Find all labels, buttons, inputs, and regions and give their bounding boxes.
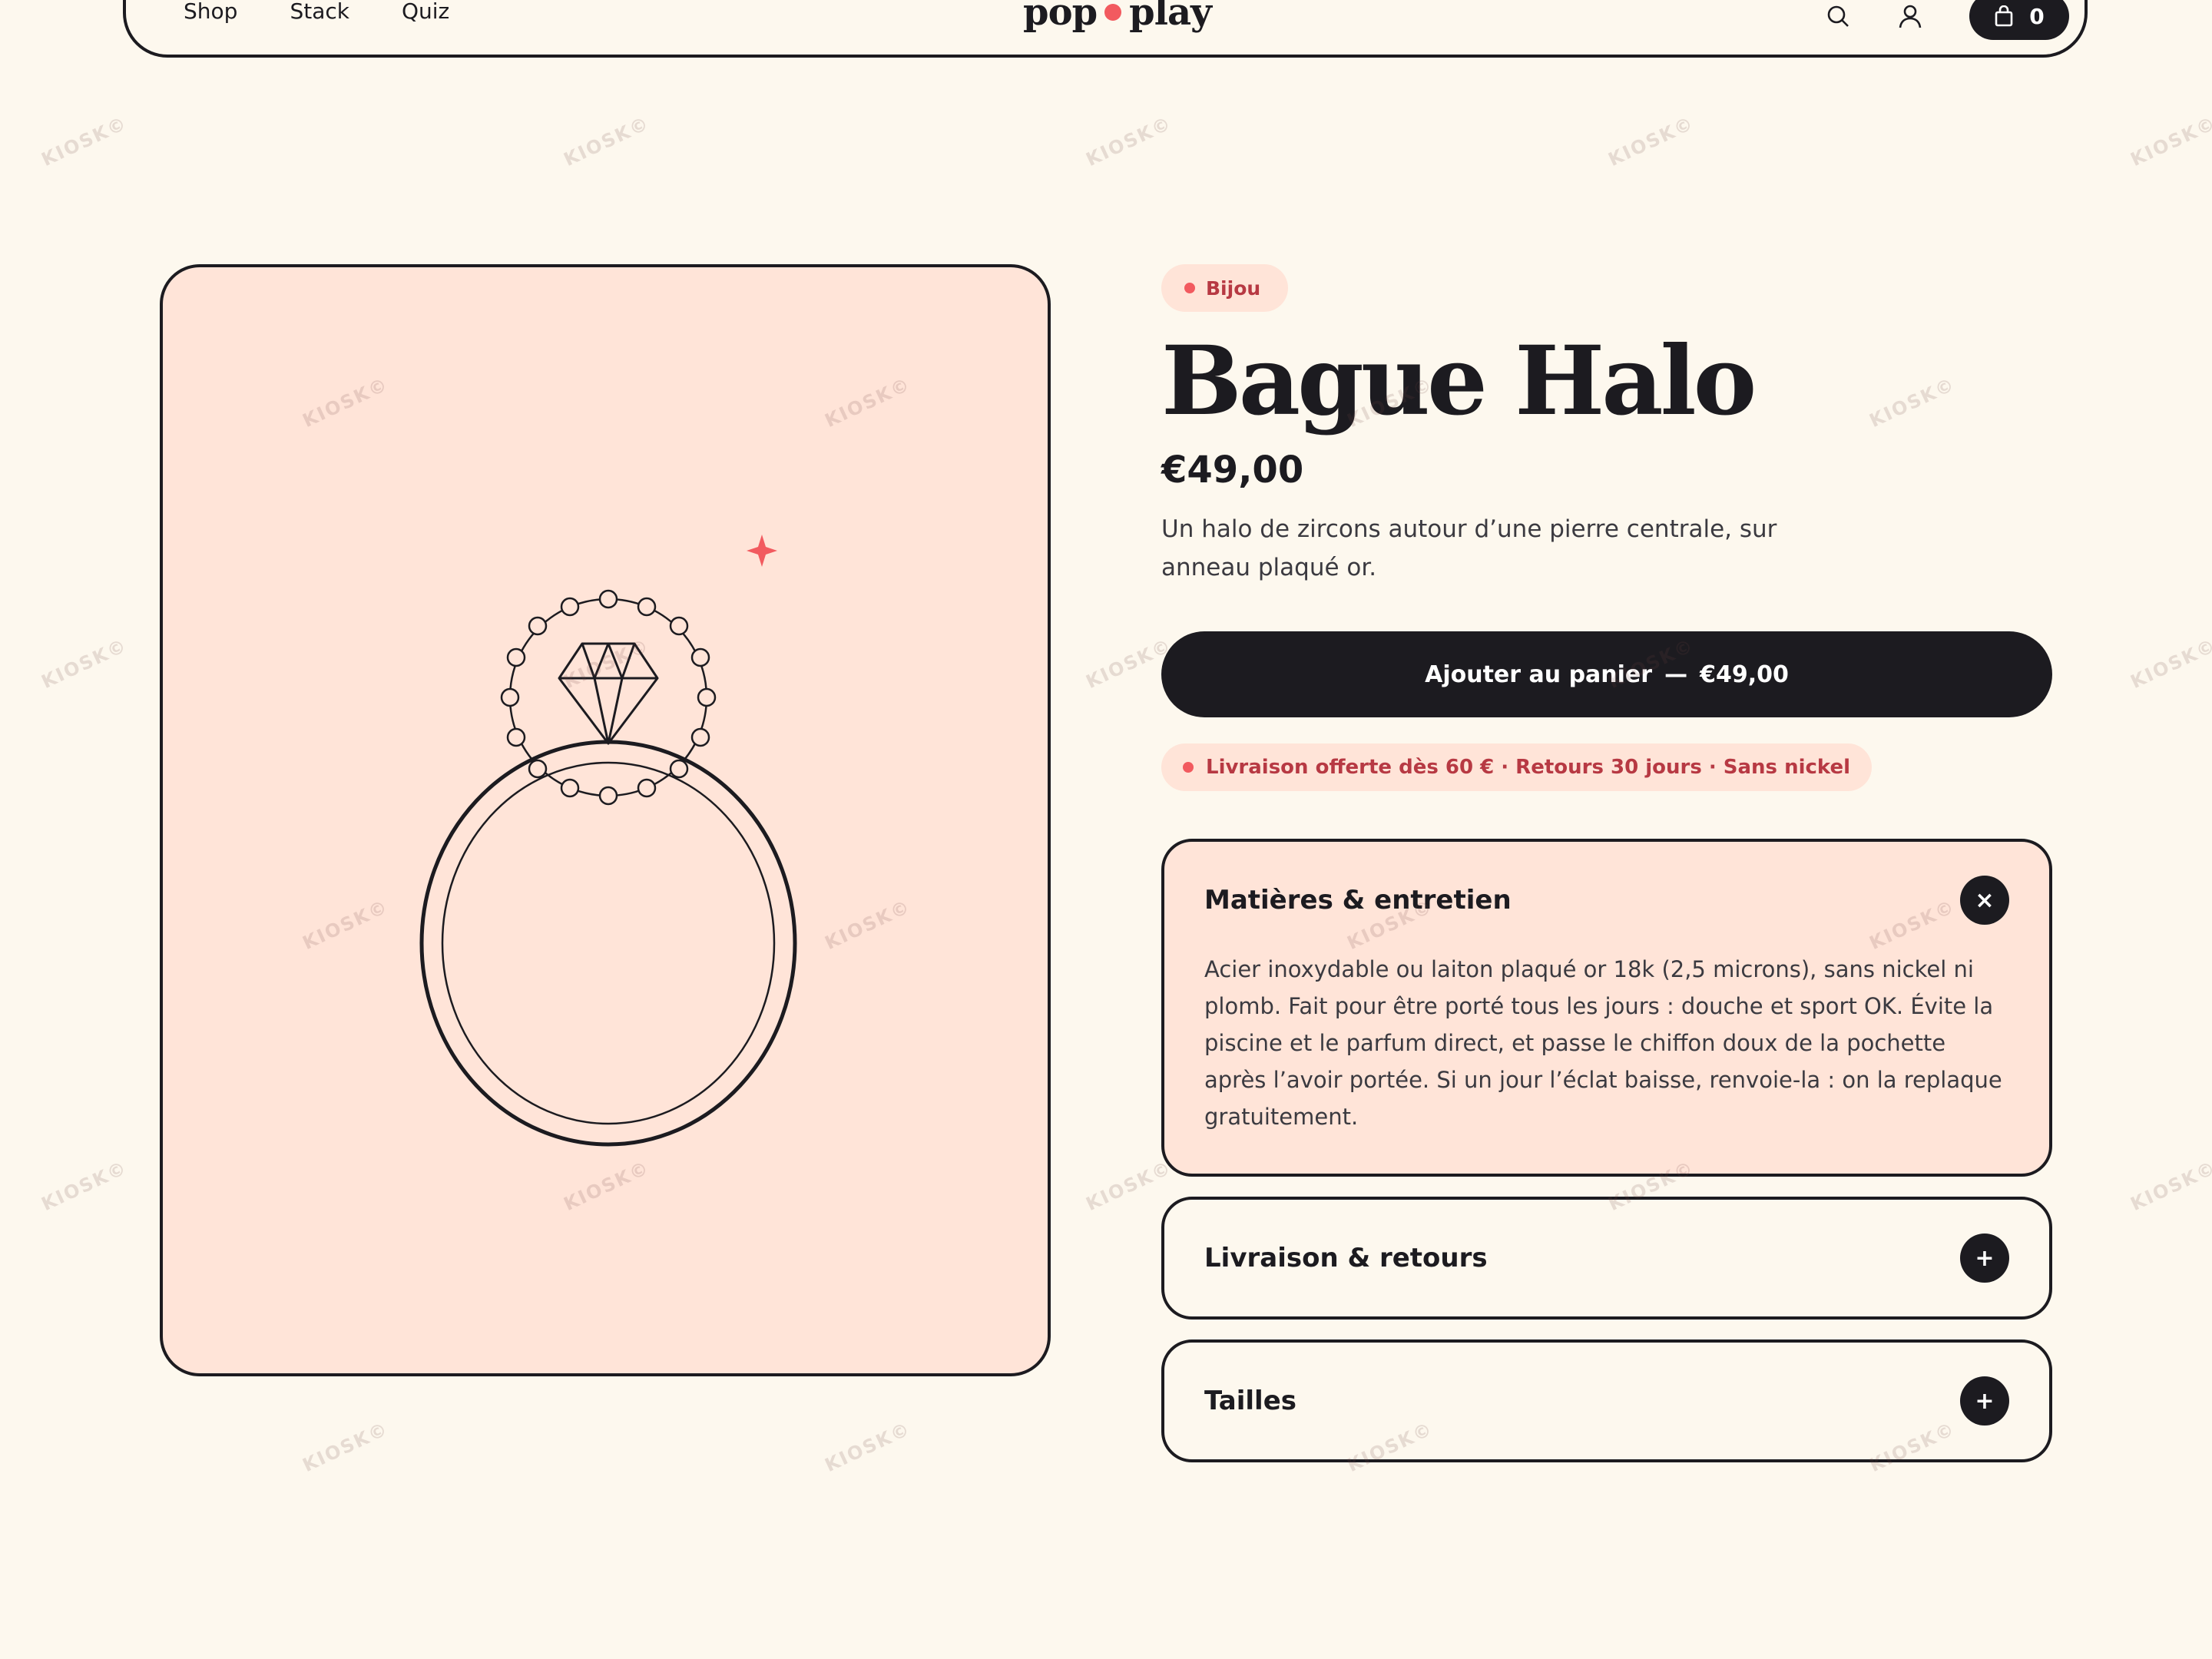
perks-text: Livraison offerte dès 60 € · Retours 30 … [1206,756,1851,780]
watermark: KIOSK© [38,1156,131,1216]
sparkle-icon [747,535,777,567]
category-label: Bijou [1206,276,1261,300]
watermark: KIOSK© [38,634,131,694]
product-description: Un halo de zircons autour d’une pierre c… [1161,515,1777,582]
perks-pill: Livraison offerte dès 60 € · Retours 30 … [1161,743,1873,792]
ring-illustration [419,589,797,1147]
product-price: €49,00 [1161,449,1304,492]
nav-link-shop[interactable]: Shop [184,0,237,24]
accordion-header-sizes[interactable]: Tailles + [1164,1343,2049,1459]
bag-icon [1995,5,2013,27]
watermark: KIOSK© [38,111,131,171]
nav-link-stack[interactable]: Stack [290,0,349,24]
watermark: KIOSK© [560,111,654,171]
badge-dot [1184,283,1195,293]
accordion-sizes: Tailles + [1161,1339,2052,1463]
watermark: KIOSK© [1604,111,1698,171]
close-icon[interactable]: × [1960,876,2009,926]
accordion-shipping: Livraison & retours + [1161,1197,2052,1320]
product-details: Bijou Bague Halo €49,00 Un halo de zirco… [1161,264,2052,1463]
site-header: Shop Stack Quiz pop play 0 [123,0,2088,58]
logo-dot [1104,4,1122,21]
site-logo[interactable]: pop play [1023,0,1212,34]
category-badge: Bijou [1161,264,1289,312]
logo-word-pop: pop [1023,0,1098,34]
plus-icon[interactable]: + [1960,1376,2009,1426]
main-nav: Shop Stack Quiz [184,0,449,24]
watermark: KIOSK© [2127,1156,2212,1216]
add-to-cart-separator: — [1664,661,1688,688]
add-to-cart-label: Ajouter au panier [1425,661,1653,688]
accordion-header-shipping[interactable]: Livraison & retours + [1164,1200,2049,1316]
gem-icon [558,642,659,745]
accordion-title: Livraison & retours [1204,1243,1488,1274]
watermark: KIOSK© [821,1417,915,1477]
add-to-cart-price: €49,00 [1700,661,1789,688]
product-title: Bague Halo [1161,326,1757,437]
watermark: KIOSK© [299,1417,392,1477]
accordion-body-materials: Acier inoxydable ou laiton plaqué or 18k… [1204,956,2002,1131]
watermark: KIOSK© [1082,111,1176,171]
search-icon[interactable] [1825,3,1851,29]
cart-button[interactable]: 0 [1969,0,2069,40]
accordion-title: Matières & entretien [1204,885,1512,916]
user-icon[interactable] [1897,3,1923,29]
add-to-cart-button[interactable]: Ajouter au panier — €49,00 [1161,631,2052,718]
header-actions: 0 [1825,0,2069,40]
plus-icon[interactable]: + [1960,1233,2009,1283]
product-image [160,264,1051,1376]
perks-dot [1183,762,1194,773]
cart-count: 0 [2029,3,2045,29]
accordion-header-materials[interactable]: Matières & entretien × [1164,842,2049,959]
accordion-materials: Matières & entretien × Acier inoxydable … [1161,839,2052,1177]
nav-link-quiz[interactable]: Quiz [402,0,449,24]
watermark: KIOSK© [2127,111,2212,171]
accordion-title: Tailles [1204,1386,1297,1417]
watermark: KIOSK© [2127,634,2212,694]
logo-word-play: play [1129,0,1212,34]
